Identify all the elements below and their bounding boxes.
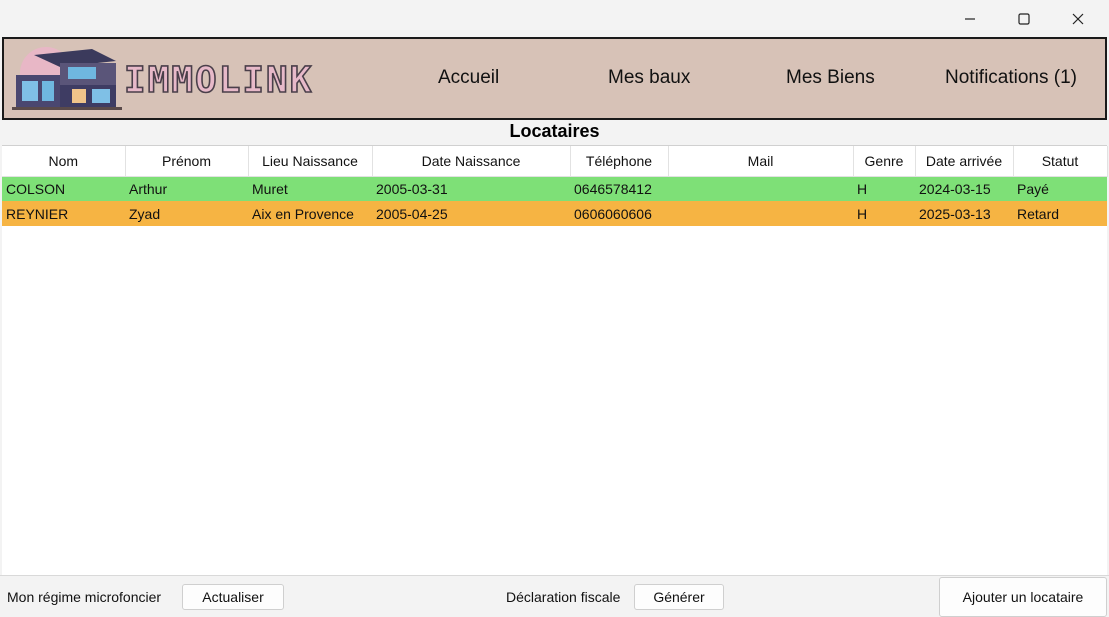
column-header-date-arrivee[interactable]: Date arrivée (915, 146, 1014, 177)
maximize-button[interactable] (1001, 0, 1047, 37)
cell-nom: REYNIER (6, 205, 69, 222)
nav-bar: IMMOLINK Accueil Mes baux Mes Biens Noti… (2, 37, 1107, 120)
nav-accueil[interactable]: Accueil (438, 67, 499, 89)
column-header-date-naissance[interactable]: Date Naissance (372, 146, 571, 177)
cell-date-naissance: 2005-03-31 (376, 180, 448, 197)
nav-notifications[interactable]: Notifications (1) (945, 67, 1077, 89)
table-row[interactable]: REYNIER Zyad Aix en Provence 2005-04-25 … (2, 201, 1107, 226)
cell-mail (668, 176, 853, 201)
cell-lieu: Aix en Provence (252, 205, 354, 222)
regime-label: Mon régime microfoncier (7, 589, 162, 605)
column-header-lieu-naissance[interactable]: Lieu Naissance (248, 146, 373, 177)
nav-mes-biens[interactable]: Mes Biens (786, 67, 875, 89)
cell-prenom: Arthur (129, 180, 168, 197)
actualiser-button[interactable]: Actualiser (182, 584, 284, 610)
bottom-toolbar: Mon régime microfoncier Actualiser Décla… (0, 575, 1109, 617)
cell-date-naissance: 2005-04-25 (376, 205, 448, 222)
table-row[interactable]: COLSON Arthur Muret 2005-03-31 064657841… (2, 176, 1107, 201)
maximize-icon (1018, 12, 1030, 25)
minimize-button[interactable] (947, 0, 993, 37)
column-header-prenom[interactable]: Prénom (125, 146, 249, 177)
cell-telephone: 0646578412 (574, 180, 652, 197)
column-header-statut[interactable]: Statut (1013, 146, 1108, 177)
cell-genre: H (857, 205, 868, 222)
column-header-nom[interactable]: Nom (2, 146, 126, 177)
cell-date-arrivee: 2025-03-13 (919, 205, 991, 222)
table-header: Nom Prénom Lieu Naissance Date Naissance… (2, 146, 1108, 177)
close-button[interactable] (1055, 0, 1101, 37)
logo-text: IMMOLINK (124, 60, 313, 100)
cell-date-arrivee: 2024-03-15 (919, 180, 991, 197)
cell-lieu: Muret (252, 180, 288, 197)
cell-statut: Retard (1017, 205, 1060, 222)
cell-nom: COLSON (6, 180, 66, 197)
column-header-telephone[interactable]: Téléphone (570, 146, 669, 177)
ajouter-locataire-button[interactable]: Ajouter un locataire (939, 577, 1107, 617)
declaration-label: Déclaration fiscale (506, 589, 621, 605)
column-header-genre[interactable]: Genre (853, 146, 916, 177)
page-title: Locataires (509, 121, 600, 141)
nav-mes-baux[interactable]: Mes baux (608, 67, 690, 89)
window-titlebar (0, 0, 1109, 37)
cell-telephone: 0606060606 (574, 205, 652, 222)
immolink-logo[interactable]: IMMOLINK (12, 45, 372, 115)
close-icon (1072, 13, 1084, 24)
cell-prenom: Zyad (129, 205, 161, 222)
cell-statut: Payé (1017, 180, 1049, 197)
cell-mail (668, 201, 853, 226)
tenants-table: Nom Prénom Lieu Naissance Date Naissance… (2, 145, 1108, 575)
column-header-mail[interactable]: Mail (668, 146, 854, 177)
minimize-icon (965, 17, 975, 20)
generer-button[interactable]: Générer (634, 584, 724, 610)
cell-genre: H (857, 180, 868, 197)
logo-wordmark: IMMOLINK (124, 60, 313, 100)
